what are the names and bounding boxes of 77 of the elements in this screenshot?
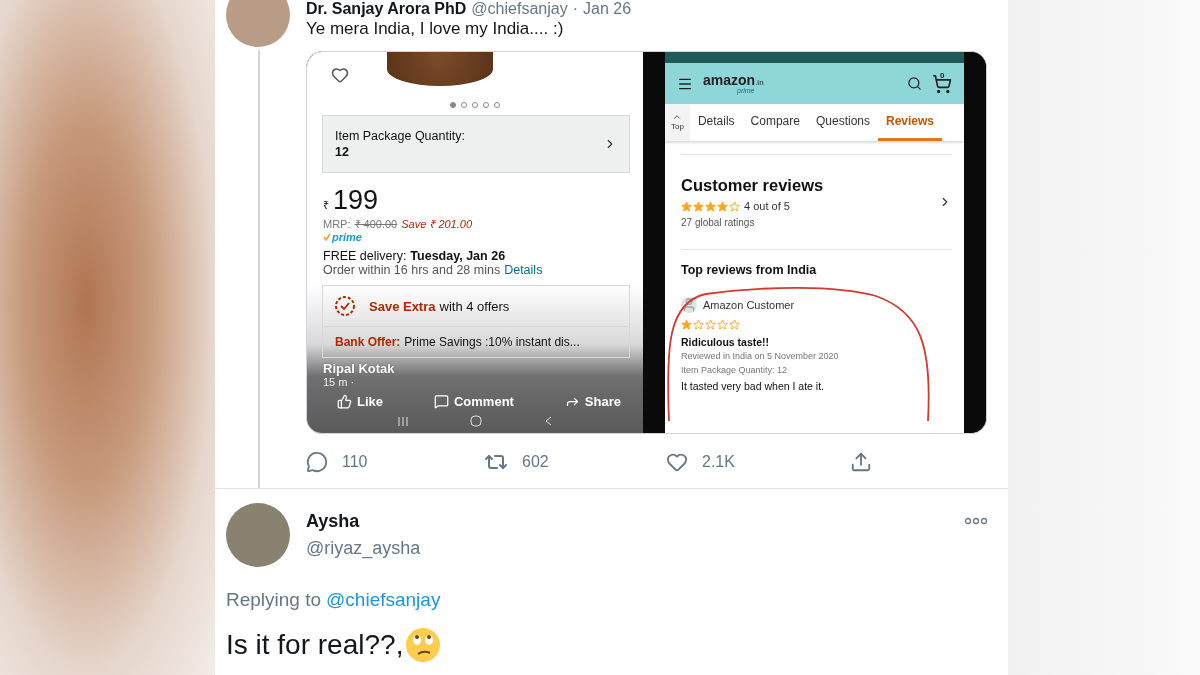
mention-link[interactable]: @chiefsanjay bbox=[326, 589, 441, 611]
replying-label: Replying to bbox=[226, 589, 322, 611]
video-author: Ripal Kotak bbox=[323, 361, 395, 376]
quantity-value: 12 bbox=[335, 144, 350, 161]
heart-icon bbox=[331, 66, 349, 84]
video-action: Like bbox=[337, 394, 383, 409]
mrp-label: MRP: bbox=[323, 218, 351, 230]
avatar[interactable] bbox=[226, 0, 290, 47]
author-name[interactable]: Dr. Sanjay Arora PhD bbox=[306, 0, 467, 18]
video-action: Comment bbox=[433, 394, 514, 409]
share-icon[interactable] bbox=[850, 451, 872, 473]
offer-badge-icon bbox=[333, 294, 357, 318]
home-icon bbox=[470, 415, 482, 427]
filled-star-icon bbox=[705, 200, 716, 212]
review-body: It tasted very bad when I ate it. bbox=[681, 379, 824, 394]
action-count: 602 bbox=[522, 453, 549, 471]
tweet-text: Ye mera India, I love my India.... :) bbox=[306, 18, 565, 40]
top-reviews-heading: Top reviews from India bbox=[681, 262, 817, 279]
section-tab: Top bbox=[665, 104, 690, 141]
filled-star-icon bbox=[693, 200, 704, 212]
section-tab: Details bbox=[689, 104, 743, 141]
author-name[interactable]: Aysha bbox=[306, 511, 948, 532]
review-date: Reviewed in India on 5 November 2020 bbox=[681, 351, 839, 363]
offers-text: with 4 offers bbox=[439, 298, 510, 314]
author-handle[interactable]: @riyaz_aysha bbox=[306, 538, 948, 559]
video-action: Share bbox=[564, 394, 621, 409]
empty-star-icon bbox=[729, 200, 740, 212]
filled-star-icon bbox=[717, 200, 728, 212]
check-icon bbox=[323, 233, 331, 241]
recent-apps-icon bbox=[398, 416, 408, 426]
section-tab: Questions bbox=[807, 104, 878, 141]
filled-star-icon bbox=[681, 318, 692, 330]
reply-icon[interactable] bbox=[306, 451, 328, 473]
ratings-count: 27 global ratings bbox=[681, 216, 756, 230]
review-variant: Item Package Quantity: 12 bbox=[681, 365, 788, 377]
action-count: 110 bbox=[342, 453, 368, 471]
price: 199 bbox=[333, 185, 379, 216]
author-handle[interactable]: @chiefsanjay bbox=[471, 0, 568, 18]
separator: · bbox=[572, 0, 578, 18]
empty-star-icon bbox=[705, 318, 716, 330]
saving: Save ₹ 201.00 bbox=[401, 217, 473, 231]
post-age: 15 m · bbox=[323, 376, 355, 388]
tweet-date[interactable]: Jan 26 bbox=[583, 0, 632, 18]
empty-star-icon bbox=[729, 318, 740, 330]
more-icon[interactable] bbox=[964, 517, 988, 525]
offers-title: Save Extra bbox=[369, 298, 436, 314]
reviews-heading: Customer reviews bbox=[681, 175, 824, 196]
details-link: Details bbox=[504, 263, 543, 277]
section-tab: Reviews bbox=[878, 104, 942, 141]
like-icon[interactable] bbox=[666, 451, 688, 473]
cart-count: 0 bbox=[940, 70, 945, 80]
action-count: 2.1K bbox=[702, 453, 735, 471]
back-icon bbox=[544, 416, 552, 426]
bank-offer-text: Prime Savings :10% instant dis... bbox=[404, 335, 580, 349]
prime-label: prime bbox=[332, 231, 362, 243]
review-title: Ridiculous taste!! bbox=[681, 335, 770, 350]
reviewer-name: Amazon Customer bbox=[703, 298, 795, 311]
rating-text: 4 out of 5 bbox=[744, 200, 790, 213]
comment-icon bbox=[433, 394, 449, 409]
filled-star-icon bbox=[681, 200, 692, 212]
cart-icon bbox=[932, 73, 952, 94]
section-tab: Compare bbox=[742, 104, 808, 141]
reply-text: Is it for real??, bbox=[226, 629, 404, 661]
logo-domain: .in bbox=[755, 79, 764, 87]
delivery-label: FREE delivery: bbox=[323, 249, 407, 263]
search-icon bbox=[907, 76, 922, 91]
order-note: Order within 16 hrs and 28 mins bbox=[323, 263, 501, 277]
mrp-price: ₹ 400.00 bbox=[354, 217, 398, 231]
currency-symbol: ₹ bbox=[323, 198, 329, 212]
thumbs-up-icon bbox=[337, 394, 352, 409]
empty-star-icon bbox=[693, 318, 704, 330]
delivery-date: Tuesday, Jan 26 bbox=[410, 249, 506, 263]
face-icon bbox=[405, 627, 442, 663]
quantity-label: Item Package Quantity: bbox=[335, 127, 465, 144]
empty-star-icon bbox=[717, 318, 728, 330]
bank-offer-label: Bank Offer: bbox=[335, 335, 401, 349]
media-screenshot[interactable] bbox=[306, 51, 987, 434]
